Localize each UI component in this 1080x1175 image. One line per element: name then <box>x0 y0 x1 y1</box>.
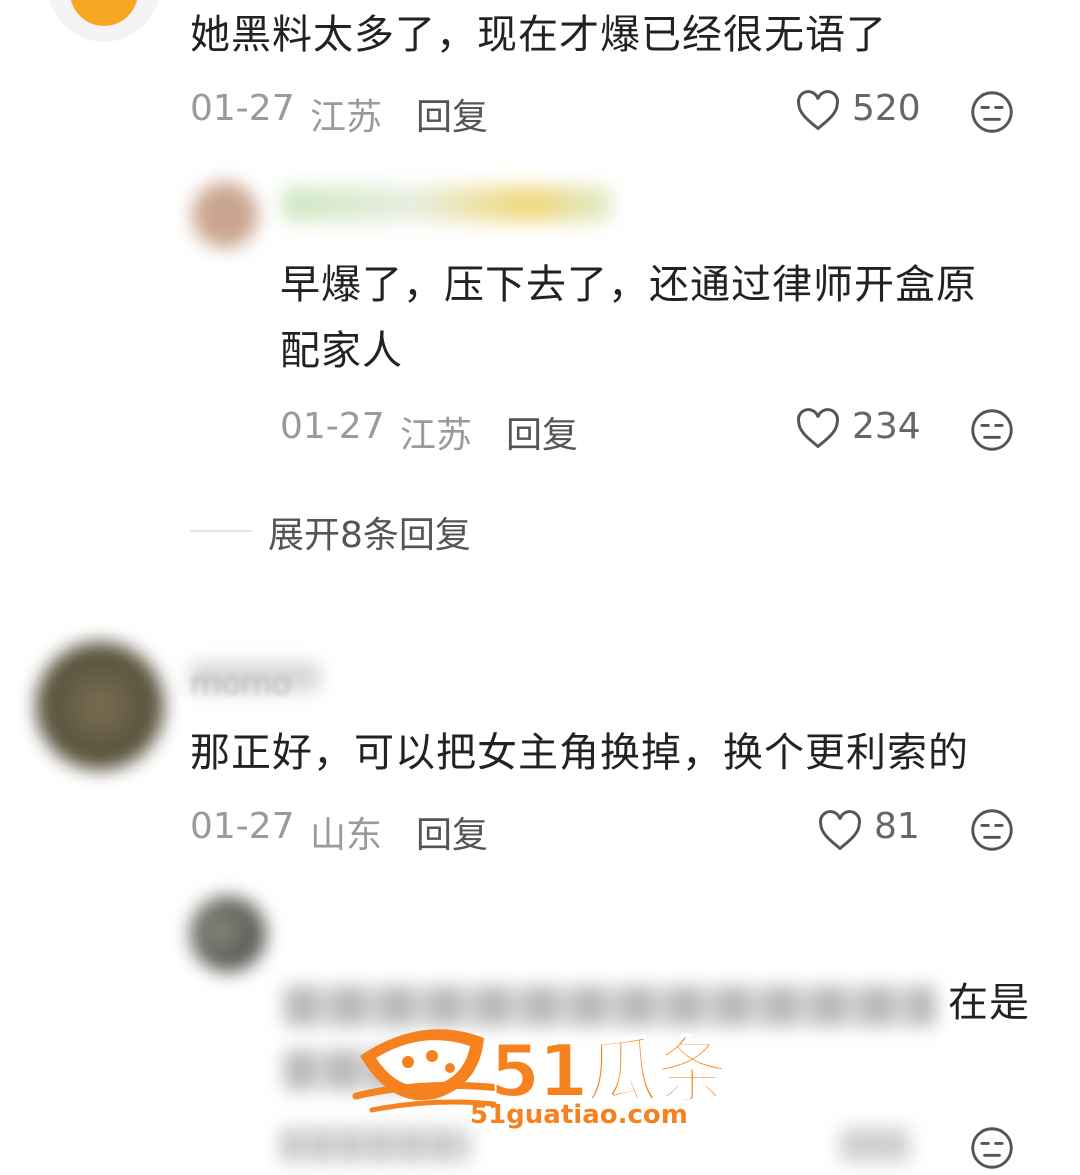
unamused-face-icon[interactable] <box>970 1126 1014 1170</box>
reply-date: 01-27 <box>280 406 385 447</box>
reply-meta-blurred <box>280 1128 470 1162</box>
watermark: 51瓜条 51guatiao.com <box>352 1018 732 1130</box>
comment-text: 她黑料太多了，现在才爆已经很无语了 <box>190 12 887 58</box>
reply-avatar[interactable] <box>190 896 266 972</box>
heart-icon[interactable] <box>796 408 840 450</box>
reply-likes-blurred <box>840 1128 910 1162</box>
comment-location: 山东 <box>310 815 383 856</box>
reply-avatar[interactable] <box>192 182 258 248</box>
reply-username-blurred <box>282 186 612 222</box>
comment-date: 01-27 <box>190 806 295 847</box>
reply-text-line1: 早爆了，压下去了，还通过律师开盒原 <box>280 262 977 308</box>
reply-text-visible: 在是 <box>948 980 1030 1026</box>
expand-divider <box>190 530 252 532</box>
reply-text-line2: 配家人 <box>280 328 403 374</box>
comment-location: 江苏 <box>310 97 383 138</box>
username: momo <box>190 664 292 702</box>
watermark-url: 51guatiao.com <box>470 1100 688 1130</box>
reply-button[interactable]: 回复 <box>506 406 578 458</box>
reply-button[interactable]: 回复 <box>416 88 488 140</box>
like-count: 81 <box>874 806 920 847</box>
avatar[interactable] <box>36 642 164 770</box>
heart-icon[interactable] <box>818 810 862 852</box>
like-count: 234 <box>852 406 921 447</box>
unamused-face-icon[interactable] <box>970 408 1014 452</box>
reply-button[interactable]: 回复 <box>416 806 488 858</box>
unamused-face-icon[interactable] <box>970 90 1014 134</box>
unamused-face-icon[interactable] <box>970 808 1014 852</box>
heart-icon[interactable] <box>796 90 840 132</box>
like-count: 520 <box>852 88 921 129</box>
comment-text: 那正好，可以把女主角换掉，换个更利索的 <box>190 730 969 776</box>
reply-location: 江苏 <box>400 415 473 456</box>
comment-date: 01-27 <box>190 88 295 129</box>
expand-replies-button[interactable]: 展开8条回复 <box>268 506 471 558</box>
avatar[interactable] <box>48 0 160 42</box>
